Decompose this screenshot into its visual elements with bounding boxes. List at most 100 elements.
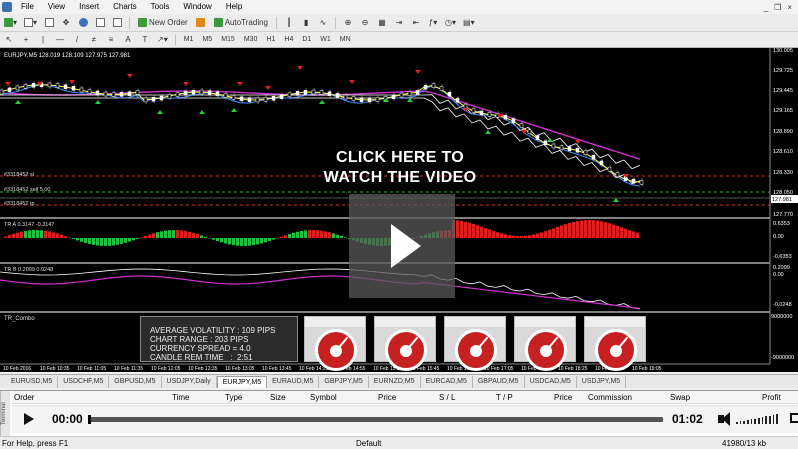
candle xyxy=(487,112,492,117)
terminal-icon[interactable] xyxy=(93,16,107,30)
col-size[interactable]: Size xyxy=(270,393,286,402)
sell-arrow-icon xyxy=(297,66,303,70)
horizontal-line-icon[interactable]: — xyxy=(53,33,67,47)
symbol-tab-gbpusd-m5[interactable]: GBPUSD,M5 xyxy=(109,376,162,388)
candle xyxy=(591,154,596,160)
histogram-bar xyxy=(260,238,263,244)
symbol-tab-eurusd-m5[interactable]: EURUSD,M5 xyxy=(6,376,59,388)
symbol-tab-eurjpy-m5[interactable]: EURJPY,M5 xyxy=(216,376,268,388)
candle xyxy=(279,94,284,99)
col-time[interactable]: Time xyxy=(172,393,189,402)
symbol-tab-gbpjpy-m5[interactable]: GBPJPY,M5 xyxy=(319,376,369,388)
autoscroll-icon[interactable]: ⇥ xyxy=(392,16,406,30)
symbol-tab-usdjpy-m5[interactable]: USDJPY,M5 xyxy=(577,376,627,388)
symbol-tab-usdchf-m5[interactable]: USDCHF,M5 xyxy=(58,376,110,388)
col-swap[interactable]: Swap xyxy=(670,393,690,402)
histogram-bar xyxy=(108,238,111,246)
timeframe-w1[interactable]: W1 xyxy=(317,33,334,47)
seek-bar[interactable] xyxy=(88,415,663,424)
menu-file[interactable]: File xyxy=(14,0,41,14)
fibonacci-icon[interactable]: ≡ xyxy=(104,33,118,47)
histogram-bar xyxy=(284,235,287,238)
timeframe-m5[interactable]: M5 xyxy=(199,33,215,47)
video-play-button[interactable] xyxy=(349,194,455,298)
menu-view[interactable]: View xyxy=(41,0,72,14)
text-icon[interactable]: A xyxy=(121,33,135,47)
histogram-bar xyxy=(592,220,595,238)
histogram-bar xyxy=(252,238,255,246)
indicators-icon[interactable]: ƒ▾ xyxy=(426,16,440,30)
line-chart-icon[interactable]: ∿ xyxy=(316,16,330,30)
market-watch-icon[interactable] xyxy=(42,16,56,30)
col-sl[interactable]: S / L xyxy=(439,393,455,402)
col-tp[interactable]: T / P xyxy=(496,393,513,402)
candlestick-icon[interactable]: ▮ xyxy=(299,16,313,30)
timeframe-h1[interactable]: H1 xyxy=(263,33,278,47)
histogram-bar xyxy=(100,238,103,246)
timeframe-mn[interactable]: MN xyxy=(337,33,354,47)
col-price[interactable]: Price xyxy=(378,393,396,402)
histogram-bar xyxy=(156,232,159,238)
col-type[interactable]: Type xyxy=(225,393,242,402)
symbol-tab-usdcad-m5[interactable]: USDCAD,M5 xyxy=(525,376,577,388)
crosshair-icon[interactable]: + xyxy=(19,33,33,47)
trendline-icon[interactable]: / xyxy=(70,33,84,47)
timeframe-m1[interactable]: M1 xyxy=(181,33,197,47)
video-overlay-text[interactable]: CLICK HERE TO WATCH THE VIDEO xyxy=(290,148,510,188)
zoom-in-icon[interactable]: ⊕ xyxy=(341,16,355,30)
volume-icon[interactable] xyxy=(718,412,730,426)
timeframe-m15[interactable]: M15 xyxy=(218,33,238,47)
fullscreen-icon[interactable] xyxy=(790,413,798,423)
histogram-bar xyxy=(556,226,559,238)
metaeditor-icon[interactable] xyxy=(194,16,208,30)
new-order-button[interactable]: New Order xyxy=(135,16,191,30)
play-icon[interactable] xyxy=(24,413,34,425)
volume-slider[interactable] xyxy=(736,414,779,424)
channel-icon[interactable]: ≠ xyxy=(87,33,101,47)
candle xyxy=(183,90,188,96)
candle xyxy=(327,91,332,96)
symbol-tab-eurcad-m5[interactable]: EURCAD,M5 xyxy=(421,376,473,388)
tester-icon[interactable] xyxy=(110,16,124,30)
close-button[interactable]: × xyxy=(787,3,792,12)
col-profit[interactable]: Profit xyxy=(762,393,781,402)
timeframe-h4[interactable]: H4 xyxy=(281,33,296,47)
col-order[interactable]: Order xyxy=(14,393,34,402)
label-icon[interactable]: T xyxy=(138,33,152,47)
restore-button[interactable]: ❐ xyxy=(774,3,781,12)
price-label: 127.770 xyxy=(773,212,793,218)
data-window-icon[interactable] xyxy=(76,16,90,30)
menu-tools[interactable]: Tools xyxy=(144,0,177,14)
chart-shift-icon[interactable]: ⇤ xyxy=(409,16,423,30)
menu-insert[interactable]: Insert xyxy=(72,0,106,14)
col-commission[interactable]: Commission xyxy=(588,393,632,402)
symbol-tab-gbpaud-m5[interactable]: GBPAUD,M5 xyxy=(473,376,525,388)
menu-charts[interactable]: Charts xyxy=(106,0,144,14)
arrows-icon[interactable]: ↗▾ xyxy=(155,33,170,47)
seek-handle[interactable] xyxy=(88,415,91,424)
bar-chart-icon[interactable]: ┃ xyxy=(282,16,296,30)
navigator-icon[interactable]: ✥ xyxy=(59,16,73,30)
profiles-icon[interactable]: ▾ xyxy=(22,16,39,30)
menu-window[interactable]: Window xyxy=(176,0,218,14)
tile-windows-icon[interactable]: ▦ xyxy=(375,16,389,30)
histogram-bar xyxy=(16,232,19,238)
symbol-tab-eurnzd-m5[interactable]: EURNZD,M5 xyxy=(369,376,421,388)
tr-b-scale-label: -0.0248 xyxy=(773,302,792,308)
cursor-icon[interactable]: ↖ xyxy=(2,33,16,47)
templates-icon[interactable]: ▤▾ xyxy=(461,16,477,30)
symbol-tab-usdjpy-daily[interactable]: USDJPY,Daily xyxy=(162,376,217,388)
col-symbol[interactable]: Symbol xyxy=(310,393,337,402)
symbol-tab-euraud-m5[interactable]: EURAUD,M5 xyxy=(267,376,320,388)
vertical-line-icon[interactable]: | xyxy=(36,33,50,47)
menu-help[interactable]: Help xyxy=(219,0,249,14)
timeframe-m30[interactable]: M30 xyxy=(241,33,261,47)
zoom-out-icon[interactable]: ⊖ xyxy=(358,16,372,30)
timeframe-d1[interactable]: D1 xyxy=(299,33,314,47)
periods-icon[interactable]: ◷▾ xyxy=(443,16,458,30)
minimize-button[interactable]: _ xyxy=(764,3,768,12)
col-price-current[interactable]: Price xyxy=(554,393,572,402)
autotrading-button[interactable]: AutoTrading xyxy=(211,16,271,30)
new-chart-icon[interactable]: ▾ xyxy=(2,16,19,30)
chart-window[interactable]: EURJPY,M5 128.019 128.109 127.975 127.98… xyxy=(0,48,798,372)
